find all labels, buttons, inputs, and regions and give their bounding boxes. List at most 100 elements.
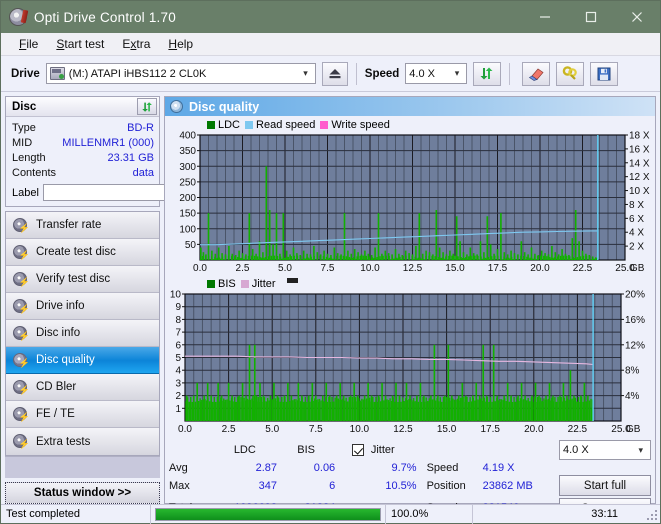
chart-drag-handle[interactable] <box>286 278 298 283</box>
svg-text:250: 250 <box>179 177 196 188</box>
erase-button[interactable] <box>522 61 551 86</box>
sidebar-item-extra-tests[interactable]: ⚡ Extra tests <box>6 428 159 455</box>
svg-text:12 X: 12 X <box>629 172 650 183</box>
disc-row-key: Length <box>12 151 46 164</box>
jitter-checkbox[interactable] <box>351 444 364 457</box>
minimize-icon[interactable] <box>522 1 568 33</box>
legend-swatch-read-speed <box>245 120 254 129</box>
menu-start-test[interactable]: Start test <box>47 34 113 54</box>
legend-label: Write speed <box>331 118 390 131</box>
jitter-checkbox-cell[interactable]: Jitter <box>351 440 427 460</box>
disc-refresh-button[interactable] <box>137 98 157 115</box>
speed-select[interactable]: 4.0 X ▾ <box>405 63 468 84</box>
nav-filler <box>5 456 160 478</box>
legend-label: Read speed <box>256 118 316 131</box>
sidebar-item-fe-te[interactable]: ⚡ FE / TE <box>6 401 159 428</box>
stats-avg-bis: 0.06 <box>313 461 336 474</box>
svg-text:12.5: 12.5 <box>403 263 423 274</box>
eject-button[interactable] <box>321 61 348 86</box>
progress-percent: 100.0% <box>391 508 429 520</box>
sidebar-item-disc-info[interactable]: ⚡ Disc info <box>6 320 159 347</box>
app-window: Opti Drive Control 1.70 File Start test … <box>0 0 661 524</box>
sidebar-item-create-test-disc[interactable]: ⚡ Create test disc <box>6 239 159 266</box>
disc-icon: ⚡ <box>13 217 30 233</box>
position-label: Position <box>426 479 466 492</box>
disc-icon: ⚡ <box>13 352 30 368</box>
status-message: Test completed <box>6 508 80 520</box>
menu-extra[interactable]: Extra <box>113 34 159 54</box>
legend-swatch-bis <box>207 279 215 288</box>
status-message-cell: Test completed <box>1 504 151 524</box>
drive-select-value: (M:) ATAPI iHBS112 2 CL0K <box>68 67 207 80</box>
position-value: 23862 MB <box>482 479 533 492</box>
speed-value: 4.19 X <box>482 461 515 474</box>
disc-row-value: MILLENMR1 (000) <box>62 136 154 149</box>
svg-text:5.0: 5.0 <box>265 424 279 435</box>
sidebar-item-transfer-rate[interactable]: ⚡ Transfer rate <box>6 212 159 239</box>
settings-button[interactable] <box>556 61 585 86</box>
close-icon[interactable] <box>614 1 660 33</box>
svg-text:4: 4 <box>175 366 181 377</box>
stats-row-label: Max <box>169 479 190 492</box>
disc-info-rows: Type BD-R MID MILLENMR1 (000) Length 23.… <box>6 117 245 206</box>
save-button[interactable] <box>590 61 619 86</box>
svg-text:1: 1 <box>175 404 181 415</box>
stats-max-ldc: 347 <box>258 479 278 492</box>
nav-list: ⚡ Transfer rate ⚡ Create test disc ⚡ Ver… <box>5 211 160 456</box>
stats-col-ldc: LDC <box>233 444 256 456</box>
toolbar: Drive (M:) ATAPI iHBS112 2 CL0K ▾ Speed … <box>1 56 660 92</box>
svg-text:16 X: 16 X <box>629 144 650 155</box>
svg-text:12.5: 12.5 <box>393 424 413 435</box>
svg-text:17.5: 17.5 <box>488 263 508 274</box>
svg-text:0.0: 0.0 <box>193 263 207 274</box>
status-window-button[interactable]: Status window >> <box>5 482 160 504</box>
stats-avg-jitter: 9.7% <box>391 461 417 474</box>
sidebar-item-label: Transfer rate <box>36 219 102 231</box>
svg-text:300: 300 <box>179 162 196 173</box>
svg-text:0.0: 0.0 <box>178 424 192 435</box>
menu-help[interactable]: Help <box>159 34 202 54</box>
disc-row-mid: MID MILLENMR1 (000) <box>12 135 154 150</box>
svg-text:18 X: 18 X <box>629 131 650 142</box>
sidebar-item-label: FE / TE <box>36 408 75 420</box>
sidebar-item-label: Extra tests <box>36 435 91 448</box>
chart1-svg: 400 350 300 250 200 150 100 50 18 X 16 X 14 X 12 X 1… <box>179 131 650 274</box>
svg-text:150: 150 <box>179 209 196 220</box>
stats-row-label: Avg <box>169 461 188 474</box>
sidebar-item-cd-bler[interactable]: ⚡ CD Bler <box>6 374 159 401</box>
svg-text:22.5: 22.5 <box>568 424 588 435</box>
svg-text:GB: GB <box>630 263 645 274</box>
svg-text:10.0: 10.0 <box>360 263 380 274</box>
svg-text:17.5: 17.5 <box>480 424 500 435</box>
svg-text:2.5: 2.5 <box>236 263 250 274</box>
svg-text:20%: 20% <box>625 290 645 301</box>
maximize-icon[interactable] <box>568 1 614 33</box>
drive-select[interactable]: (M:) ATAPI iHBS112 2 CL0K ▾ <box>45 63 316 84</box>
main-body: Disc Type BD-R MID MILLENMR1 (000) Lengt… <box>1 92 660 519</box>
svg-text:4 X: 4 X <box>629 228 644 239</box>
chart-ldc-readspeed: 400 350 300 250 200 150 100 50 18 X 16 X 14 X 12 X 1… <box>165 131 655 276</box>
app-disc-icon <box>9 8 27 26</box>
chevron-down-icon: ▾ <box>303 68 308 78</box>
svg-text:12%: 12% <box>625 340 645 351</box>
svg-text:200: 200 <box>179 193 196 204</box>
stats-row-avg: Avg 2.87 0.06 9.7% Speed 4.19 X <box>169 460 651 475</box>
start-full-button[interactable]: Start full <box>559 475 651 496</box>
sidebar-item-verify-test-disc[interactable]: ⚡ Verify test disc <box>6 266 159 293</box>
svg-text:7.5: 7.5 <box>309 424 323 435</box>
sidebar-item-label: Drive info <box>36 300 85 312</box>
stats-col-bis: BIS <box>297 444 315 456</box>
resize-grip[interactable] <box>644 507 658 521</box>
svg-text:50: 50 <box>185 240 197 251</box>
toolbar-separator <box>509 62 511 85</box>
menu-file[interactable]: File <box>10 34 47 54</box>
speed-label: Speed <box>364 67 400 80</box>
speed-result-select[interactable]: 4.0 X ▾ <box>559 440 651 460</box>
svg-text:4%: 4% <box>625 391 640 402</box>
refresh-button[interactable] <box>473 61 502 86</box>
right-column: Disc quality LDC Read speed Write speed … <box>164 96 656 519</box>
disc-panel-header: Disc <box>6 97 159 117</box>
sidebar-item-drive-info[interactable]: ⚡ Drive info <box>6 293 159 320</box>
sidebar-item-disc-quality[interactable]: ⚡ Disc quality <box>6 347 159 374</box>
legend-label: Jitter <box>251 277 276 290</box>
